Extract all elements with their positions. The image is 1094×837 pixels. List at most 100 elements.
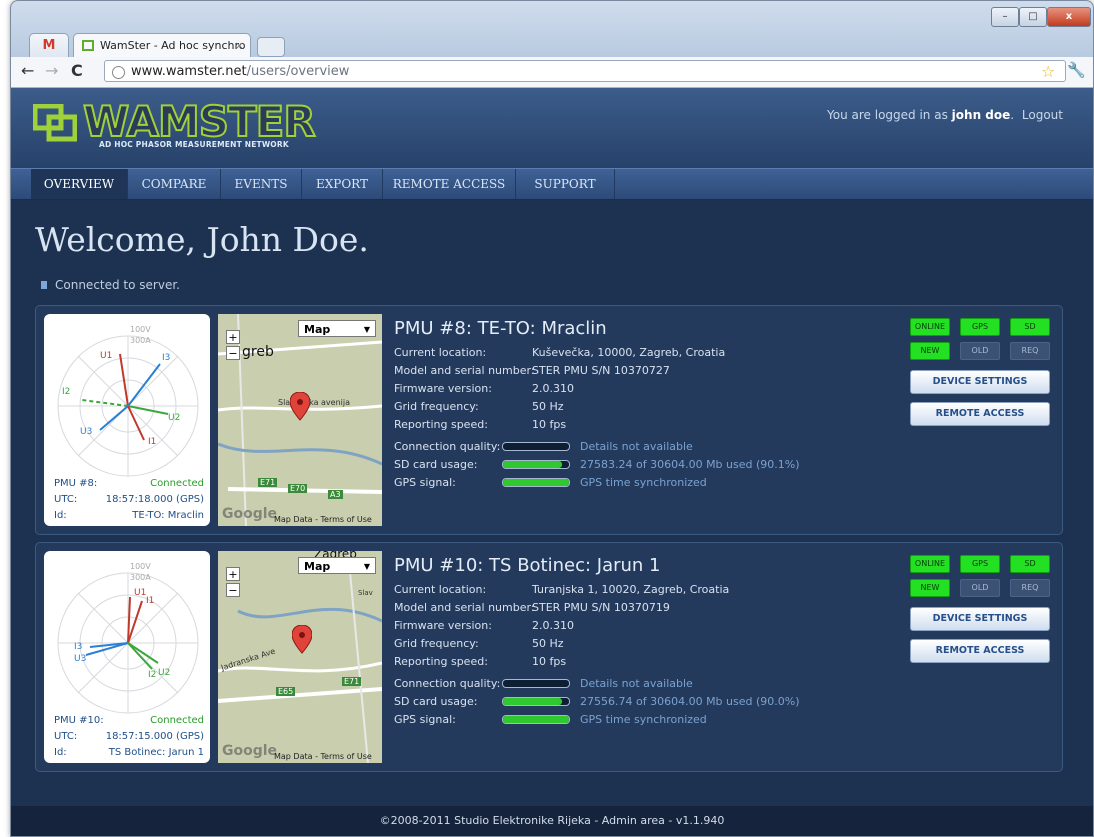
connection-status: Connected xyxy=(150,715,204,726)
id-row: Id: TS Botinec: Jarun 1 xyxy=(54,747,204,758)
remote-access-button[interactable]: REMOTE ACCESS xyxy=(910,639,1050,663)
star-icon[interactable]: ☆ xyxy=(1041,62,1055,81)
gps-signal-bar xyxy=(502,715,570,724)
nav-support[interactable]: SUPPORT xyxy=(516,169,615,199)
device-settings-button[interactable]: DEVICE SETTINGS xyxy=(910,607,1050,631)
scale-v-label: 100V xyxy=(130,325,151,334)
indicator-old: OLD xyxy=(960,342,1000,360)
grid-label: Grid frequency: xyxy=(394,637,479,650)
logout-link[interactable]: Logout xyxy=(1022,108,1063,122)
sd-usage-fill xyxy=(503,698,563,705)
tab-gmail[interactable]: M xyxy=(29,33,69,57)
gmail-icon: M xyxy=(42,38,56,53)
indicator-online: ONLINE xyxy=(910,318,950,336)
url-path: /users/overview xyxy=(246,64,350,79)
connection-quality-bar xyxy=(502,679,570,688)
sd-usage-note: 27556.74 of 30604.00 Mb used (90.0%) xyxy=(580,695,800,708)
location-value: Kuševečka, 10000, Zagreb, Croatia xyxy=(532,346,726,359)
sd-usage-label: SD card usage: xyxy=(394,695,478,708)
i1-label: I1 xyxy=(148,437,156,447)
reporting-label: Reporting speed: xyxy=(394,418,488,431)
chevron-down-icon: ▼ xyxy=(363,325,370,334)
forward-arrow-icon[interactable]: → xyxy=(45,61,58,80)
gps-signal-row: GPS signal: GPS time synchronized xyxy=(394,713,707,726)
device-settings-button[interactable]: DEVICE SETTINGS xyxy=(910,370,1050,394)
map-type-select[interactable]: Map ▼ xyxy=(298,320,376,337)
tab-wamster[interactable]: WamSter - Ad hoc synchro × xyxy=(73,33,251,57)
location-label: Current location: xyxy=(394,583,487,596)
id-value: TE-TO: Mraclin xyxy=(132,510,204,521)
sd-usage-row: SD card usage: 27556.74 of 30604.00 Mb us… xyxy=(394,695,800,708)
zoom-in-button[interactable]: + xyxy=(226,567,240,581)
zoom-out-button[interactable]: − xyxy=(226,583,240,597)
grid-label: Grid frequency: xyxy=(394,400,479,413)
indicator-req: REQ xyxy=(1010,342,1050,360)
indicator-gps: GPS xyxy=(960,555,1000,573)
model-label: Model and serial number: xyxy=(394,601,535,614)
nav-overview[interactable]: OVERVIEW xyxy=(31,169,128,199)
gps-signal-label: GPS signal: xyxy=(394,476,456,489)
reporting-row: Reporting speed: 10 fps xyxy=(394,418,566,431)
map-road-e71: E71 xyxy=(258,478,278,487)
close-button[interactable]: x xyxy=(1047,7,1091,27)
sd-usage-bar xyxy=(502,460,570,469)
back-arrow-icon[interactable]: ← xyxy=(21,61,34,80)
firmware-label: Firmware version: xyxy=(394,619,492,632)
pmu-card: 100V 300A U1 I3 I2 U2 U3 I1 PMU #8: Conn… xyxy=(35,305,1063,535)
nav-remote-access[interactable]: REMOTE ACCESS xyxy=(383,169,516,199)
maximize-button[interactable]: □ xyxy=(1019,7,1047,27)
firmware-row: Firmware version: 2.0.310 xyxy=(394,382,574,395)
firmware-row: Firmware version: 2.0.310 xyxy=(394,619,574,632)
phasor-diagram: 100V 300A U1 I1 I3 U3 I2 U2 PMU #10: Con… xyxy=(44,551,210,763)
indicator-sd: SD xyxy=(1010,318,1050,336)
google-logo: Google xyxy=(222,506,278,522)
nav-events[interactable]: EVENTS xyxy=(221,169,302,199)
u2-label: U2 xyxy=(158,668,170,678)
i3-label: I3 xyxy=(74,642,82,652)
minimize-button[interactable]: – xyxy=(991,7,1019,27)
reload-icon[interactable]: C xyxy=(71,61,83,80)
map-terms-link[interactable]: Map Data - Terms of Use xyxy=(274,515,372,524)
new-tab-button[interactable] xyxy=(257,37,285,57)
location-map[interactable]: + − greb Slavonska avenija E71 E70 A3 Ma… xyxy=(218,314,382,526)
indicator-new: NEW xyxy=(910,342,950,360)
map-city-label: greb xyxy=(242,344,274,360)
map-marker-icon[interactable] xyxy=(290,392,310,422)
map-road-a3: A3 xyxy=(328,490,343,499)
map-terms-link[interactable]: Map Data - Terms of Use xyxy=(274,752,372,761)
location-value: Turanjska 1, 10020, Zagreb, Croatia xyxy=(532,583,730,596)
location-map[interactable]: + − Zagreb Jadranska Ave E65 E71 Slav Ma… xyxy=(218,551,382,763)
id-label: Id: xyxy=(54,747,67,758)
url-host: www.wamster.net xyxy=(131,64,247,79)
map-type-select[interactable]: Map ▼ xyxy=(298,557,376,574)
zoom-out-button[interactable]: − xyxy=(226,346,240,360)
address-bar[interactable]: www.wamster.net/users/overview xyxy=(104,60,1066,82)
map-type-value: Map xyxy=(304,323,331,336)
nav-export[interactable]: EXPORT xyxy=(302,169,383,199)
tab-close-icon[interactable]: × xyxy=(235,34,244,57)
minimize-icon: – xyxy=(1002,11,1008,22)
browser-toolbar: ← → C www.wamster.net/users/overview ☆ 🔧 xyxy=(11,57,1093,88)
grid-row: Grid frequency: 50 Hz xyxy=(394,637,564,650)
u2-label: U2 xyxy=(168,413,180,423)
map-marker-icon[interactable] xyxy=(292,625,312,655)
model-row: Model and serial number: STER PMU S/N 103… xyxy=(394,601,670,614)
zoom-in-button[interactable]: + xyxy=(226,330,240,344)
page-footer: ©2008-2011 Studio Elektronike Rijeka - A… xyxy=(11,806,1093,836)
wrench-icon[interactable]: 🔧 xyxy=(1067,61,1086,79)
i2-label: I2 xyxy=(62,387,70,397)
chevron-down-icon: ▼ xyxy=(363,562,370,571)
model-row: Model and serial number: STER PMU S/N 103… xyxy=(394,364,670,377)
i2-label: I2 xyxy=(148,670,156,680)
utc-row: UTC: 18:57:15.000 (GPS) xyxy=(54,731,204,742)
connection-status: Connected xyxy=(150,478,204,489)
logo-text: WAMSTER xyxy=(82,97,317,146)
map-road-e70: E70 xyxy=(288,484,308,493)
wamster-favicon xyxy=(82,40,94,51)
google-logo: Google xyxy=(222,743,278,759)
firmware-value: 2.0.310 xyxy=(532,382,574,395)
remote-access-button[interactable]: REMOTE ACCESS xyxy=(910,402,1050,426)
nav-compare[interactable]: COMPARE xyxy=(128,169,221,199)
server-status-text: Connected to server. xyxy=(55,278,180,292)
phasor-diagram: 100V 300A U1 I3 I2 U2 U3 I1 PMU #8: Conn… xyxy=(44,314,210,526)
